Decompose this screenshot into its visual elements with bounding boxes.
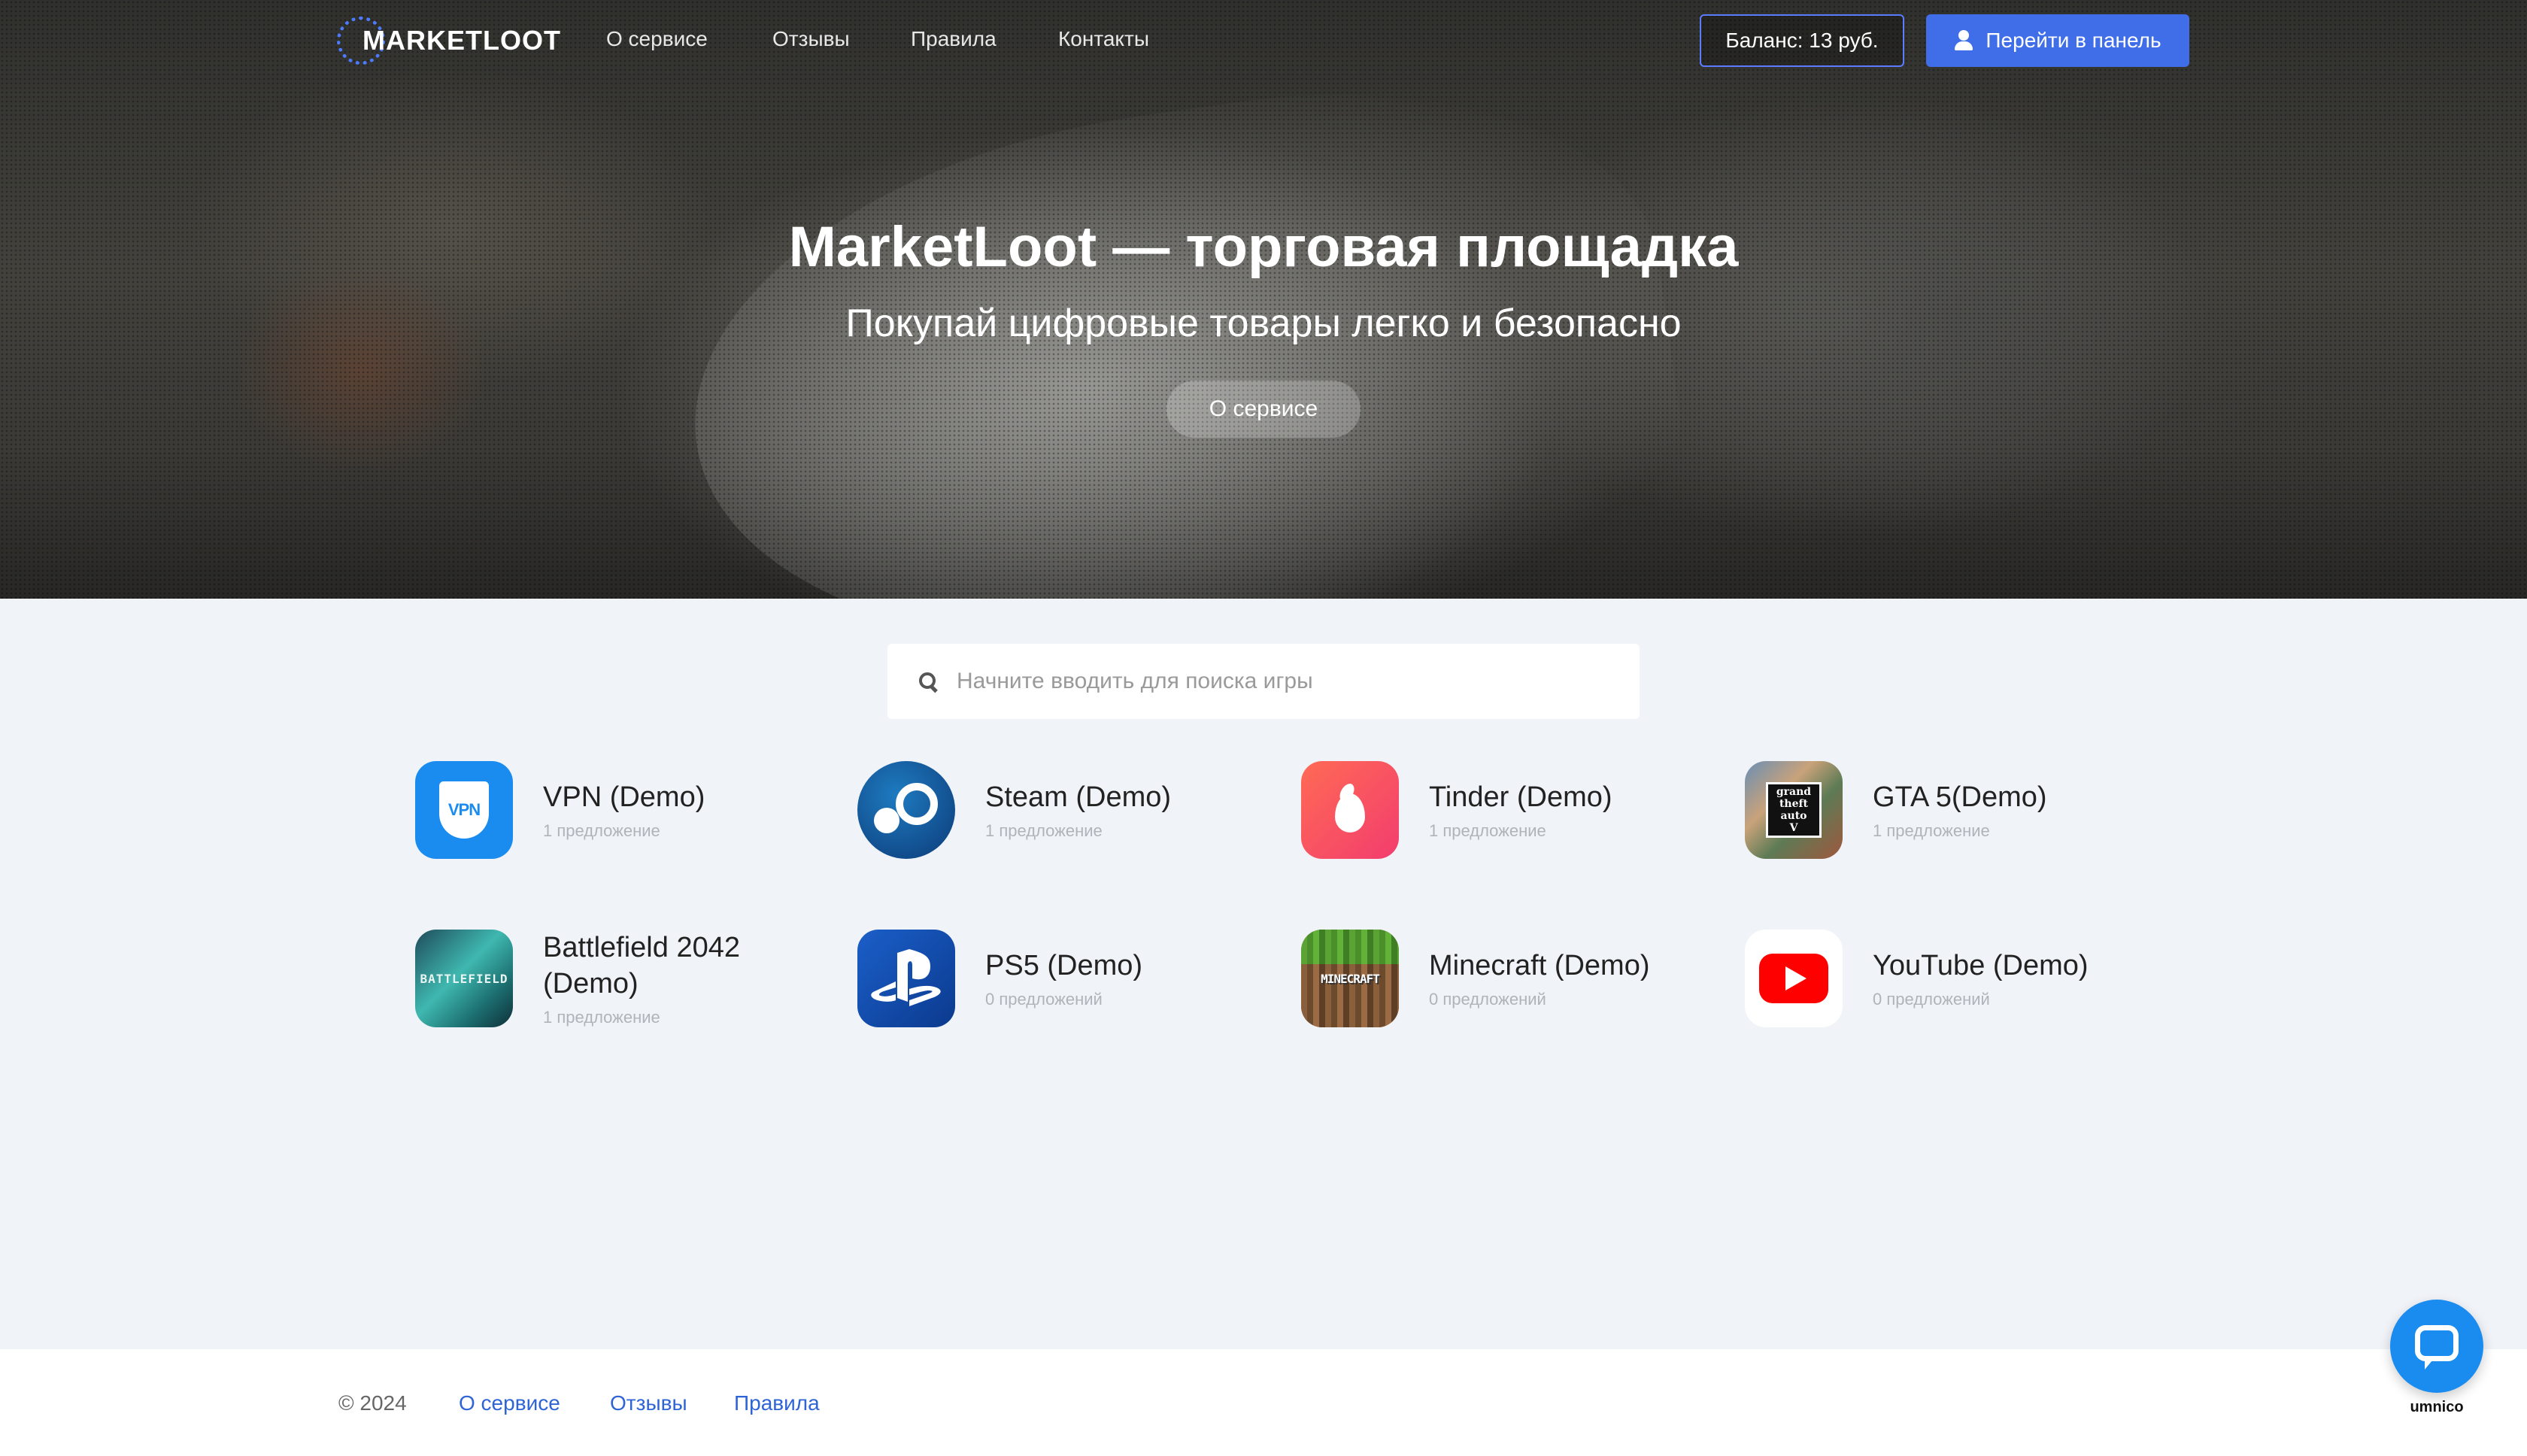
search-icon bbox=[918, 671, 939, 692]
game-card-battlefield[interactable]: BATTLEFIELD Battlefield 2042 (Demo) 1 пр… bbox=[415, 930, 784, 1027]
hero-about-button[interactable]: О сервисе bbox=[1166, 381, 1361, 438]
game-name: Tinder (Demo) bbox=[1429, 781, 1612, 813]
gta-logo-line: theft bbox=[1779, 798, 1809, 810]
game-name: Minecraft (Demo) bbox=[1429, 950, 1650, 981]
steam-ring bbox=[896, 783, 938, 825]
balance-button[interactable]: Баланс: 13 руб. bbox=[1700, 14, 1904, 67]
game-name: YouTube (Demo) bbox=[1873, 950, 2089, 981]
gta-logo-line: grand bbox=[1776, 786, 1812, 798]
gta5-icon: grand theft auto V bbox=[1745, 761, 1843, 859]
footer-link-reviews[interactable]: Отзывы bbox=[610, 1391, 687, 1415]
nav-link-rules[interactable]: Правила bbox=[911, 27, 997, 51]
play-icon bbox=[1759, 954, 1828, 1003]
offer-count: 0 предложений bbox=[1873, 990, 1990, 1009]
offer-count: 1 предложение bbox=[543, 1008, 660, 1027]
game-name: VPN (Demo) bbox=[543, 781, 705, 813]
nav-link-contacts[interactable]: Контакты bbox=[1058, 27, 1149, 51]
battlefield-icon-text: BATTLEFIELD bbox=[420, 971, 508, 986]
logo-text: MARKETLOOT bbox=[363, 25, 561, 56]
game-card-vpn[interactable]: VPN VPN (Demo) 1 предложение bbox=[415, 761, 705, 859]
playstation-logo bbox=[871, 949, 941, 1006]
hero-title: MarketLoot — торговая площадка bbox=[788, 215, 1739, 279]
game-card-youtube[interactable]: YouTube (Demo) 0 предложений bbox=[1745, 930, 2089, 1027]
youtube-icon bbox=[1745, 930, 1843, 1027]
vpn-icon: VPN bbox=[415, 761, 513, 859]
hero-subtitle: Покупай цифровые товары легко и безопасн… bbox=[845, 302, 1682, 345]
minecraft-icon-text: MINECRAFT bbox=[1321, 971, 1380, 986]
minecraft-icon: MINECRAFT bbox=[1301, 930, 1399, 1027]
top-nav: MARKETLOOT О сервисе Отзывы Правила Конт… bbox=[0, 0, 2527, 83]
steam-dot bbox=[874, 808, 899, 833]
game-card-ps5[interactable]: PS5 (Demo) 0 предложений bbox=[857, 930, 1142, 1027]
footer-link-about[interactable]: О сервисе bbox=[459, 1391, 560, 1415]
footer-link-rules[interactable]: Правила bbox=[734, 1391, 820, 1415]
game-search-box[interactable] bbox=[887, 644, 1640, 719]
gta-logo-line: V bbox=[1789, 822, 1798, 834]
user-icon bbox=[1954, 30, 1973, 51]
offer-count: 1 предложение bbox=[1873, 821, 1990, 840]
game-name: Battlefield 2042 (Demo) bbox=[543, 932, 740, 999]
offer-count: 1 предложение bbox=[543, 821, 660, 840]
game-name: Steam (Demo) bbox=[985, 781, 1172, 813]
hero-banner: MARKETLOOT О сервисе Отзывы Правила Конт… bbox=[0, 0, 2527, 599]
logo[interactable]: MARKETLOOT bbox=[337, 12, 561, 69]
search-input[interactable] bbox=[957, 669, 1603, 694]
nav-link-about[interactable]: О сервисе bbox=[606, 27, 708, 51]
game-card-steam[interactable]: Steam (Demo) 1 предложение bbox=[857, 761, 1171, 859]
battlefield-icon: BATTLEFIELD bbox=[415, 930, 513, 1027]
chat-widget-button[interactable] bbox=[2390, 1300, 2483, 1393]
chat-widget-label: umnico bbox=[2410, 1399, 2464, 1415]
offer-count: 0 предложений bbox=[1429, 990, 1546, 1009]
nav-link-reviews[interactable]: Отзывы bbox=[772, 27, 850, 51]
gta-logo-line: auto bbox=[1780, 810, 1807, 822]
game-card-minecraft[interactable]: MINECRAFT Minecraft (Demo) 0 предложений bbox=[1301, 930, 1650, 1027]
flame-icon bbox=[1335, 793, 1365, 833]
game-card-tinder[interactable]: Tinder (Demo) 1 предложение bbox=[1301, 761, 1612, 859]
offer-count: 0 предложений bbox=[985, 990, 1103, 1009]
shield-icon: VPN bbox=[439, 781, 489, 839]
gta-logo: grand theft auto V bbox=[1766, 782, 1822, 838]
chat-bubble-icon bbox=[2415, 1325, 2459, 1370]
go-to-panel-label: Перейти в панель bbox=[1986, 29, 2161, 52]
offer-count: 1 предложение bbox=[985, 821, 1103, 840]
go-to-panel-button[interactable]: Перейти в панель bbox=[1926, 14, 2189, 67]
hero-shade bbox=[0, 0, 2527, 599]
ps5-icon bbox=[857, 930, 955, 1027]
steam-icon bbox=[857, 761, 955, 859]
tinder-icon bbox=[1301, 761, 1399, 859]
game-name: GTA 5(Demo) bbox=[1873, 781, 2047, 813]
game-name: PS5 (Demo) bbox=[985, 950, 1143, 981]
copyright: © 2024 bbox=[338, 1391, 407, 1415]
game-card-gta5[interactable]: grand theft auto V GTA 5(Demo) 1 предлож… bbox=[1745, 761, 2047, 859]
minecraft-grass bbox=[1301, 930, 1399, 964]
offer-count: 1 предложение bbox=[1429, 821, 1546, 840]
footer: © 2024 О сервисе Отзывы Правила bbox=[0, 1349, 2527, 1456]
vpn-icon-text: VPN bbox=[447, 800, 481, 819]
